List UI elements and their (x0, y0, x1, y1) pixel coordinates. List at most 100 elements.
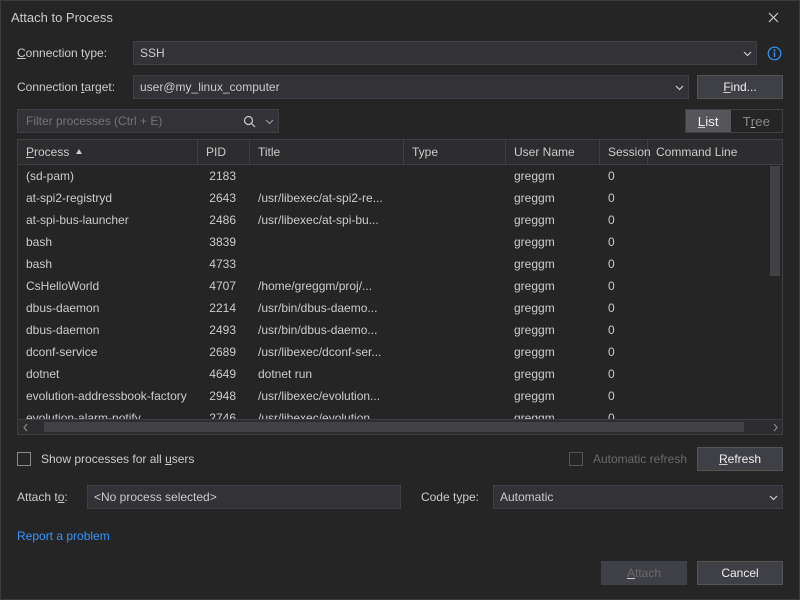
table-row[interactable]: dconf-service2689/usr/libexec/dconf-ser.… (18, 341, 782, 363)
table-cell: CsHelloWorld (18, 279, 198, 293)
cancel-button[interactable]: Cancel (697, 561, 783, 585)
report-problem-link[interactable]: Report a problem (17, 529, 783, 543)
table-cell: 4649 (198, 367, 250, 381)
table-row[interactable]: dbus-daemon2493/usr/bin/dbus-daemo...gre… (18, 319, 782, 341)
table-row[interactable]: dotnet4649dotnet run greggm0 (18, 363, 782, 385)
table-cell: /usr/libexec/dconf-ser... (250, 345, 404, 359)
table-cell: dotnet (18, 367, 198, 381)
table-cell: 0 (600, 323, 648, 337)
table-cell: greggm (506, 389, 600, 403)
grid-header: Process PID Title Type User Name Session… (18, 140, 782, 165)
table-cell: (sd-pam) (18, 169, 198, 183)
table-cell: /home/greggm/proj/... (250, 279, 404, 293)
table-cell: 0 (600, 367, 648, 381)
connection-target-value: user@my_linux_computer (140, 80, 280, 94)
connection-target-combo[interactable]: user@my_linux_computer (133, 75, 689, 99)
table-cell: greggm (506, 235, 600, 249)
table-cell: 2183 (198, 169, 250, 183)
table-cell: 0 (600, 345, 648, 359)
table-cell: greggm (506, 257, 600, 271)
table-cell: dconf-service (18, 345, 198, 359)
table-cell: dbus-daemon (18, 301, 198, 315)
table-cell: greggm (506, 301, 600, 315)
filter-dropdown-icon[interactable] (265, 110, 274, 132)
table-cell: bash (18, 235, 198, 249)
table-cell: 2746 (198, 411, 250, 419)
table-cell: 3839 (198, 235, 250, 249)
table-row[interactable]: at-spi-bus-launcher2486/usr/libexec/at-s… (18, 209, 782, 231)
table-cell: 0 (600, 301, 648, 315)
table-cell: 0 (600, 257, 648, 271)
code-type-value: Automatic (500, 490, 553, 504)
table-row[interactable]: evolution-alarm-notify2746/usr/libexec/e… (18, 407, 782, 419)
col-cmd[interactable]: Command Line (648, 140, 782, 164)
view-list-button[interactable]: List (686, 110, 731, 132)
find-button[interactable]: Find... (697, 75, 783, 99)
dialog-footer: Attach Cancel (1, 555, 799, 599)
connection-type-value: SSH (140, 46, 165, 60)
table-row[interactable]: (sd-pam)2183greggm0 (18, 165, 782, 187)
table-cell: 2214 (198, 301, 250, 315)
table-cell: 0 (600, 213, 648, 227)
dialog-title: Attach to Process (11, 10, 757, 25)
col-process[interactable]: Process (18, 140, 198, 164)
col-user[interactable]: User Name (506, 140, 600, 164)
table-cell: /usr/libexec/evolution... (250, 389, 404, 403)
table-row[interactable]: dbus-daemon2214/usr/bin/dbus-daemo... gre… (18, 297, 782, 319)
scrollbar-thumb[interactable] (770, 166, 780, 276)
table-cell: 4707 (198, 279, 250, 293)
table-cell: 2486 (198, 213, 250, 227)
code-type-label: Code type: (411, 490, 483, 504)
table-cell: evolution-alarm-notify (18, 411, 198, 419)
table-row[interactable]: bash3839 greggm0 (18, 231, 782, 253)
chevron-down-icon (743, 42, 752, 64)
table-cell: 0 (600, 389, 648, 403)
table-cell: greggm (506, 323, 600, 337)
attach-to-process-dialog: Attach to Process Connection type: SSH C… (0, 0, 800, 600)
filter-processes-input[interactable] (24, 113, 272, 129)
vertical-scrollbar[interactable] (770, 166, 780, 416)
dialog-body: Connection type: SSH Connection target: … (1, 33, 799, 555)
filter-processes-box[interactable] (17, 109, 279, 133)
table-row[interactable]: bash4733greggm0 (18, 253, 782, 275)
table-cell: dotnet run (250, 367, 404, 381)
connection-type-info[interactable] (765, 44, 783, 62)
table-cell: 0 (600, 279, 648, 293)
info-icon (767, 46, 782, 61)
table-cell: at-spi2-registryd (18, 191, 198, 205)
show-all-users-checkbox[interactable] (17, 452, 31, 466)
code-type-combo[interactable]: Automatic (493, 485, 783, 509)
view-tree-button[interactable]: Tree (731, 110, 782, 132)
connection-type-combo[interactable]: SSH (133, 41, 757, 65)
col-title[interactable]: Title (250, 140, 404, 164)
chevron-down-icon (675, 76, 684, 98)
table-cell: 0 (600, 235, 648, 249)
close-button[interactable] (757, 1, 789, 33)
scroll-left-icon[interactable] (18, 423, 32, 432)
refresh-button[interactable]: Refresh (697, 447, 783, 471)
grid-body[interactable]: (sd-pam)2183greggm0at-spi2-registryd2643… (18, 165, 782, 419)
attach-to-field[interactable]: <No process selected> (87, 485, 401, 509)
col-pid[interactable]: PID (198, 140, 250, 164)
horizontal-scrollbar[interactable] (18, 419, 782, 434)
table-cell: greggm (506, 213, 600, 227)
col-session[interactable]: Session (600, 140, 648, 164)
connection-type-label: Connection type: (17, 46, 125, 60)
table-cell: greggm (506, 367, 600, 381)
table-cell: /usr/bin/dbus-daemo... (250, 301, 404, 315)
scrollbar-thumb[interactable] (44, 422, 744, 432)
table-cell: dbus-daemon (18, 323, 198, 337)
col-type[interactable]: Type (404, 140, 506, 164)
table-row[interactable]: CsHelloWorld4707/home/greggm/proj/...gre… (18, 275, 782, 297)
table-cell: greggm (506, 345, 600, 359)
table-cell: 2948 (198, 389, 250, 403)
process-grid: Process PID Title Type User Name Session… (17, 139, 783, 435)
table-cell: greggm (506, 411, 600, 419)
table-cell: bash (18, 257, 198, 271)
table-cell: greggm (506, 191, 600, 205)
table-row[interactable]: at-spi2-registryd2643/usr/libexec/at-spi… (18, 187, 782, 209)
sort-asc-icon (75, 148, 83, 156)
auto-refresh-label: Automatic refresh (593, 452, 687, 466)
scroll-right-icon[interactable] (768, 423, 782, 432)
table-row[interactable]: evolution-addressbook-factory2948/usr/li… (18, 385, 782, 407)
